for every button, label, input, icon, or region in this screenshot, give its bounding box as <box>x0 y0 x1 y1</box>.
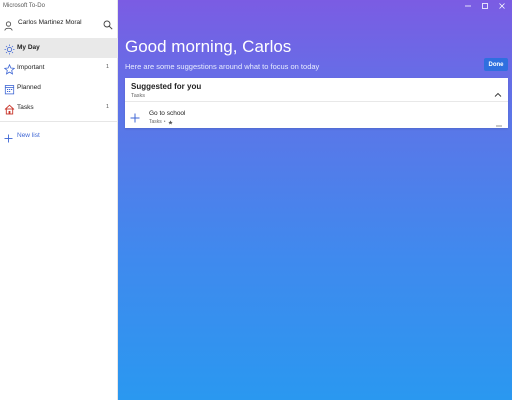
suggestions-panel: Suggested for you Tasks Go to school Tas… <box>125 78 508 128</box>
sidebar-item-my-day[interactable]: My Day <box>0 38 118 58</box>
calendar-icon <box>4 82 15 95</box>
sidebar-item-count: 1 <box>105 104 109 110</box>
suggestions-title: Suggested for you <box>131 82 202 91</box>
task-title: Go to school <box>149 110 186 117</box>
sidebar-item-label: Important <box>17 64 45 71</box>
new-list-label: New list <box>17 132 40 139</box>
sidebar: Microsoft To-Do Carlos Martinez Moral My… <box>0 0 118 400</box>
sidebar-nav: My Day Important 1 Planned Tasks 1 <box>0 38 118 118</box>
task-meta: Tasks • <box>149 119 173 125</box>
sidebar-item-tasks[interactable]: Tasks 1 <box>0 98 118 118</box>
star-icon <box>3 62 16 75</box>
person-icon <box>4 18 13 31</box>
more-options-icon[interactable] <box>496 114 502 127</box>
page-subtitle: Here are some suggestions around what to… <box>125 62 320 71</box>
minimize-icon[interactable] <box>461 1 475 11</box>
sidebar-item-label: Tasks <box>17 104 34 111</box>
page-title: Good morning, Carlos <box>125 37 292 56</box>
search-icon[interactable] <box>103 17 113 30</box>
sidebar-item-label: Planned <box>17 84 41 91</box>
sidebar-item-count: 1 <box>105 64 109 70</box>
sidebar-item-important[interactable]: Important 1 <box>0 58 118 78</box>
sun-icon <box>4 42 15 55</box>
sidebar-divider <box>0 121 118 122</box>
sidebar-item-planned[interactable]: Planned <box>0 78 118 98</box>
plus-icon <box>4 130 13 143</box>
app-title: Microsoft To-Do <box>3 3 45 9</box>
suggested-task[interactable]: Go to school Tasks • <box>125 102 508 128</box>
star-filled-icon <box>167 119 173 125</box>
close-icon[interactable] <box>495 1 509 11</box>
new-list-button[interactable]: New list <box>0 127 118 143</box>
main-content: Good morning, Carlos Here are some sugge… <box>118 0 512 400</box>
chevron-up-icon[interactable] <box>494 86 502 97</box>
home-icon <box>4 102 15 115</box>
maximize-icon[interactable] <box>478 1 492 11</box>
user-name: Carlos Martinez Moral <box>18 19 82 26</box>
task-list-name: Tasks <box>149 119 162 125</box>
suggestions-header[interactable]: Suggested for you Tasks <box>125 78 508 102</box>
done-button[interactable]: Done <box>484 58 508 71</box>
user-account[interactable]: Carlos Martinez Moral <box>0 14 118 32</box>
suggestions-subtitle: Tasks <box>131 93 146 99</box>
meta-separator: • <box>163 119 166 125</box>
sidebar-item-label: My Day <box>17 44 40 51</box>
add-to-my-day-icon[interactable] <box>130 110 140 123</box>
